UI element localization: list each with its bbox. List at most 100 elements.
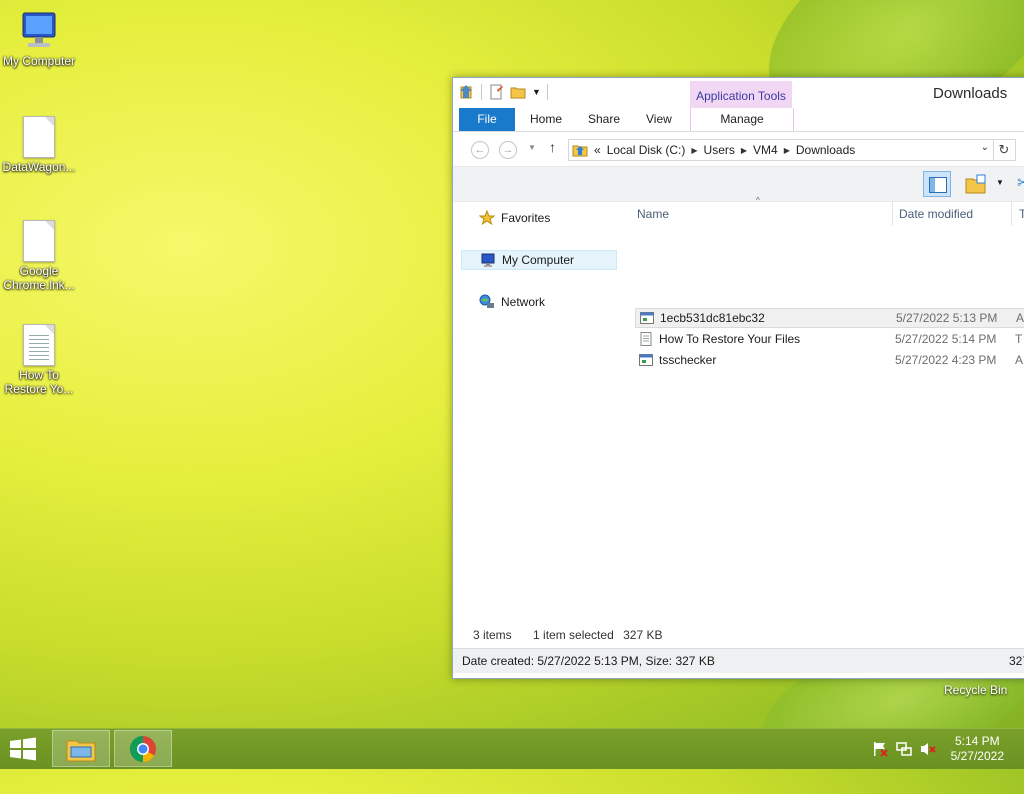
application-icon <box>639 354 653 366</box>
status-item-count: 3 items <box>473 628 512 642</box>
nav-label: My Computer <box>502 253 575 267</box>
file-row[interactable]: tsschecker 5/27/2022 4:23 PM A <box>635 350 1024 370</box>
nav-item-my-computer[interactable]: My Computer <box>461 250 617 270</box>
back-button[interactable]: ← <box>471 141 489 159</box>
qat-dropdown-icon[interactable]: ▼ <box>532 87 541 97</box>
breadcrumb-users[interactable]: Users <box>704 143 735 157</box>
desktop-icon-google-chrome-lnk[interactable]: Google Chrome.lnk... <box>0 220 78 292</box>
file-date-modified: 5/27/2022 5:13 PM <box>896 311 998 325</box>
file-date-modified: 5/27/2022 5:14 PM <box>895 332 997 346</box>
up-button[interactable]: ↑ <box>549 139 556 155</box>
document-icon <box>23 220 55 262</box>
new-document-icon[interactable] <box>488 84 504 100</box>
network-icon <box>479 294 494 308</box>
text-document-icon <box>23 324 55 366</box>
monitor-icon <box>481 253 495 267</box>
sort-ascending-icon: ^ <box>756 196 760 205</box>
navigation-pane: Favorites My Computer Network <box>461 202 621 622</box>
quick-access-toolbar: ▼ <box>459 84 548 100</box>
folder-icon <box>572 145 588 157</box>
monitor-icon <box>22 12 56 47</box>
action-center-flag-icon[interactable] <box>872 741 888 757</box>
breadcrumb-arrow-icon[interactable]: ▶ <box>691 146 697 155</box>
breadcrumb-arrow-icon[interactable]: ▶ <box>741 146 747 155</box>
desktop-icon-label: My Computer <box>2 54 76 68</box>
column-separator[interactable] <box>892 202 893 226</box>
application-icon <box>640 312 654 324</box>
column-header-name[interactable]: Name <box>637 202 669 226</box>
document-icon <box>23 116 55 158</box>
properties-icon[interactable] <box>459 84 475 100</box>
file-name: tsschecker <box>659 353 717 367</box>
breadcrumb-downloads[interactable]: Downloads <box>796 143 855 157</box>
file-row[interactable]: How To Restore Your Files 5/27/2022 5:14… <box>635 329 1024 349</box>
pane-layout-icon <box>929 177 947 193</box>
chrome-icon <box>129 735 156 763</box>
window-title: Downloads <box>933 85 1008 102</box>
tab-share[interactable]: Share <box>577 108 631 131</box>
title-bar: ▼ Application Tools Downloads <box>453 78 1024 108</box>
breadcrumb-vm4[interactable]: VM4 <box>753 143 778 157</box>
text-file-icon <box>640 332 652 346</box>
desktop-icon-datawagon[interactable]: DataWagon... <box>0 116 78 174</box>
taskbar-chrome-button[interactable] <box>114 730 172 767</box>
file-name: 1ecb531dc81ebc32 <box>660 311 765 325</box>
tab-file[interactable]: File <box>459 108 515 131</box>
file-name: How To Restore Your Files <box>659 332 801 346</box>
address-dropdown-icon[interactable]: ⌄ <box>981 142 989 153</box>
column-header-type[interactable]: T <box>1019 202 1024 226</box>
status-selected-count: 1 item selected <box>533 628 614 642</box>
refresh-button[interactable]: ↻ <box>993 139 1016 161</box>
network-status-icon[interactable] <box>896 741 912 757</box>
breadcrumb-local-disk[interactable]: Local Disk (C:) <box>607 143 686 157</box>
address-bar[interactable]: « Local Disk (C:) ▶ Users ▶ VM4 ▶ Downlo… <box>568 139 994 161</box>
preview-pane-button[interactable] <box>923 171 951 197</box>
file-type: A <box>1016 311 1024 325</box>
system-tray <box>872 741 936 757</box>
clock-time: 5:14 PM <box>954 734 1000 748</box>
status-bar: 3 items 1 item selected 327 KB <box>473 628 680 642</box>
explorer-window: ▼ Application Tools Downloads File Home … <box>452 77 1024 679</box>
desktop-icon-how-to-restore[interactable]: How To Restore Yo... <box>0 324 78 396</box>
file-list: ^ Name Date modified T 1ecb531dc81ebc32 … <box>629 196 1024 622</box>
tab-home[interactable]: Home <box>519 108 573 131</box>
desktop-icon-my-computer[interactable]: My Computer <box>0 10 78 68</box>
view-toolbar: ▼ ✂ <box>453 166 1024 202</box>
nav-item-network[interactable]: Network <box>461 292 617 312</box>
new-folder-icon[interactable] <box>510 84 526 100</box>
qat-separator <box>481 84 482 100</box>
column-header-date-modified[interactable]: Date modified <box>899 202 973 226</box>
folder-options-icon[interactable] <box>965 173 987 195</box>
file-row[interactable]: 1ecb531dc81ebc32 5/27/2022 5:13 PM A <box>635 308 1024 328</box>
file-type: T <box>1015 332 1023 346</box>
breadcrumb-arrow-icon[interactable]: ▶ <box>784 146 790 155</box>
tab-view[interactable]: View <box>635 108 683 131</box>
address-row: ← → ▼ ↑ « Local Disk (C:) ▶ Users ▶ VM4 … <box>453 132 1024 166</box>
tab-manage[interactable]: Manage <box>690 108 794 131</box>
volume-muted-icon[interactable] <box>920 741 936 757</box>
details-bar: Date created: 5/27/2022 5:13 PM, Size: 3… <box>453 648 1024 673</box>
nav-label: Favorites <box>501 211 551 225</box>
contextual-tab-application-tools: Application Tools <box>690 81 792 108</box>
forward-button[interactable]: → <box>499 141 517 159</box>
taskbar-clock[interactable]: 5:14 PM 5/27/2022 <box>951 734 1004 764</box>
ribbon-tabs: File Home Share View Manage <box>453 108 1024 132</box>
windows-start-icon[interactable] <box>8 737 38 761</box>
breadcrumb-overflow[interactable]: « <box>594 143 601 157</box>
file-explorer-icon <box>66 740 96 762</box>
file-type: A <box>1015 353 1024 367</box>
nav-label: Network <box>501 295 546 309</box>
qat-separator <box>546 84 548 100</box>
taskbar-file-explorer-button[interactable] <box>52 730 110 767</box>
desktop-icon-recycle-bin[interactable]: Recycle Bin <box>944 683 1007 697</box>
recent-locations-icon[interactable]: ▼ <box>528 143 536 152</box>
details-text: Date created: 5/27/2022 5:13 PM, Size: 3… <box>462 654 715 668</box>
folder-options-dropdown-icon[interactable]: ▼ <box>996 178 1004 187</box>
nav-item-favorites[interactable]: Favorites <box>461 208 617 228</box>
details-size-truncated: 327 <box>1009 654 1024 668</box>
file-date-modified: 5/27/2022 4:23 PM <box>895 353 997 367</box>
clear-search-icon[interactable]: ✂ <box>1017 173 1024 193</box>
column-separator[interactable] <box>1011 202 1012 226</box>
taskbar: 5:14 PM 5/27/2022 <box>0 728 1024 769</box>
status-selected-size: 327 KB <box>623 628 663 642</box>
